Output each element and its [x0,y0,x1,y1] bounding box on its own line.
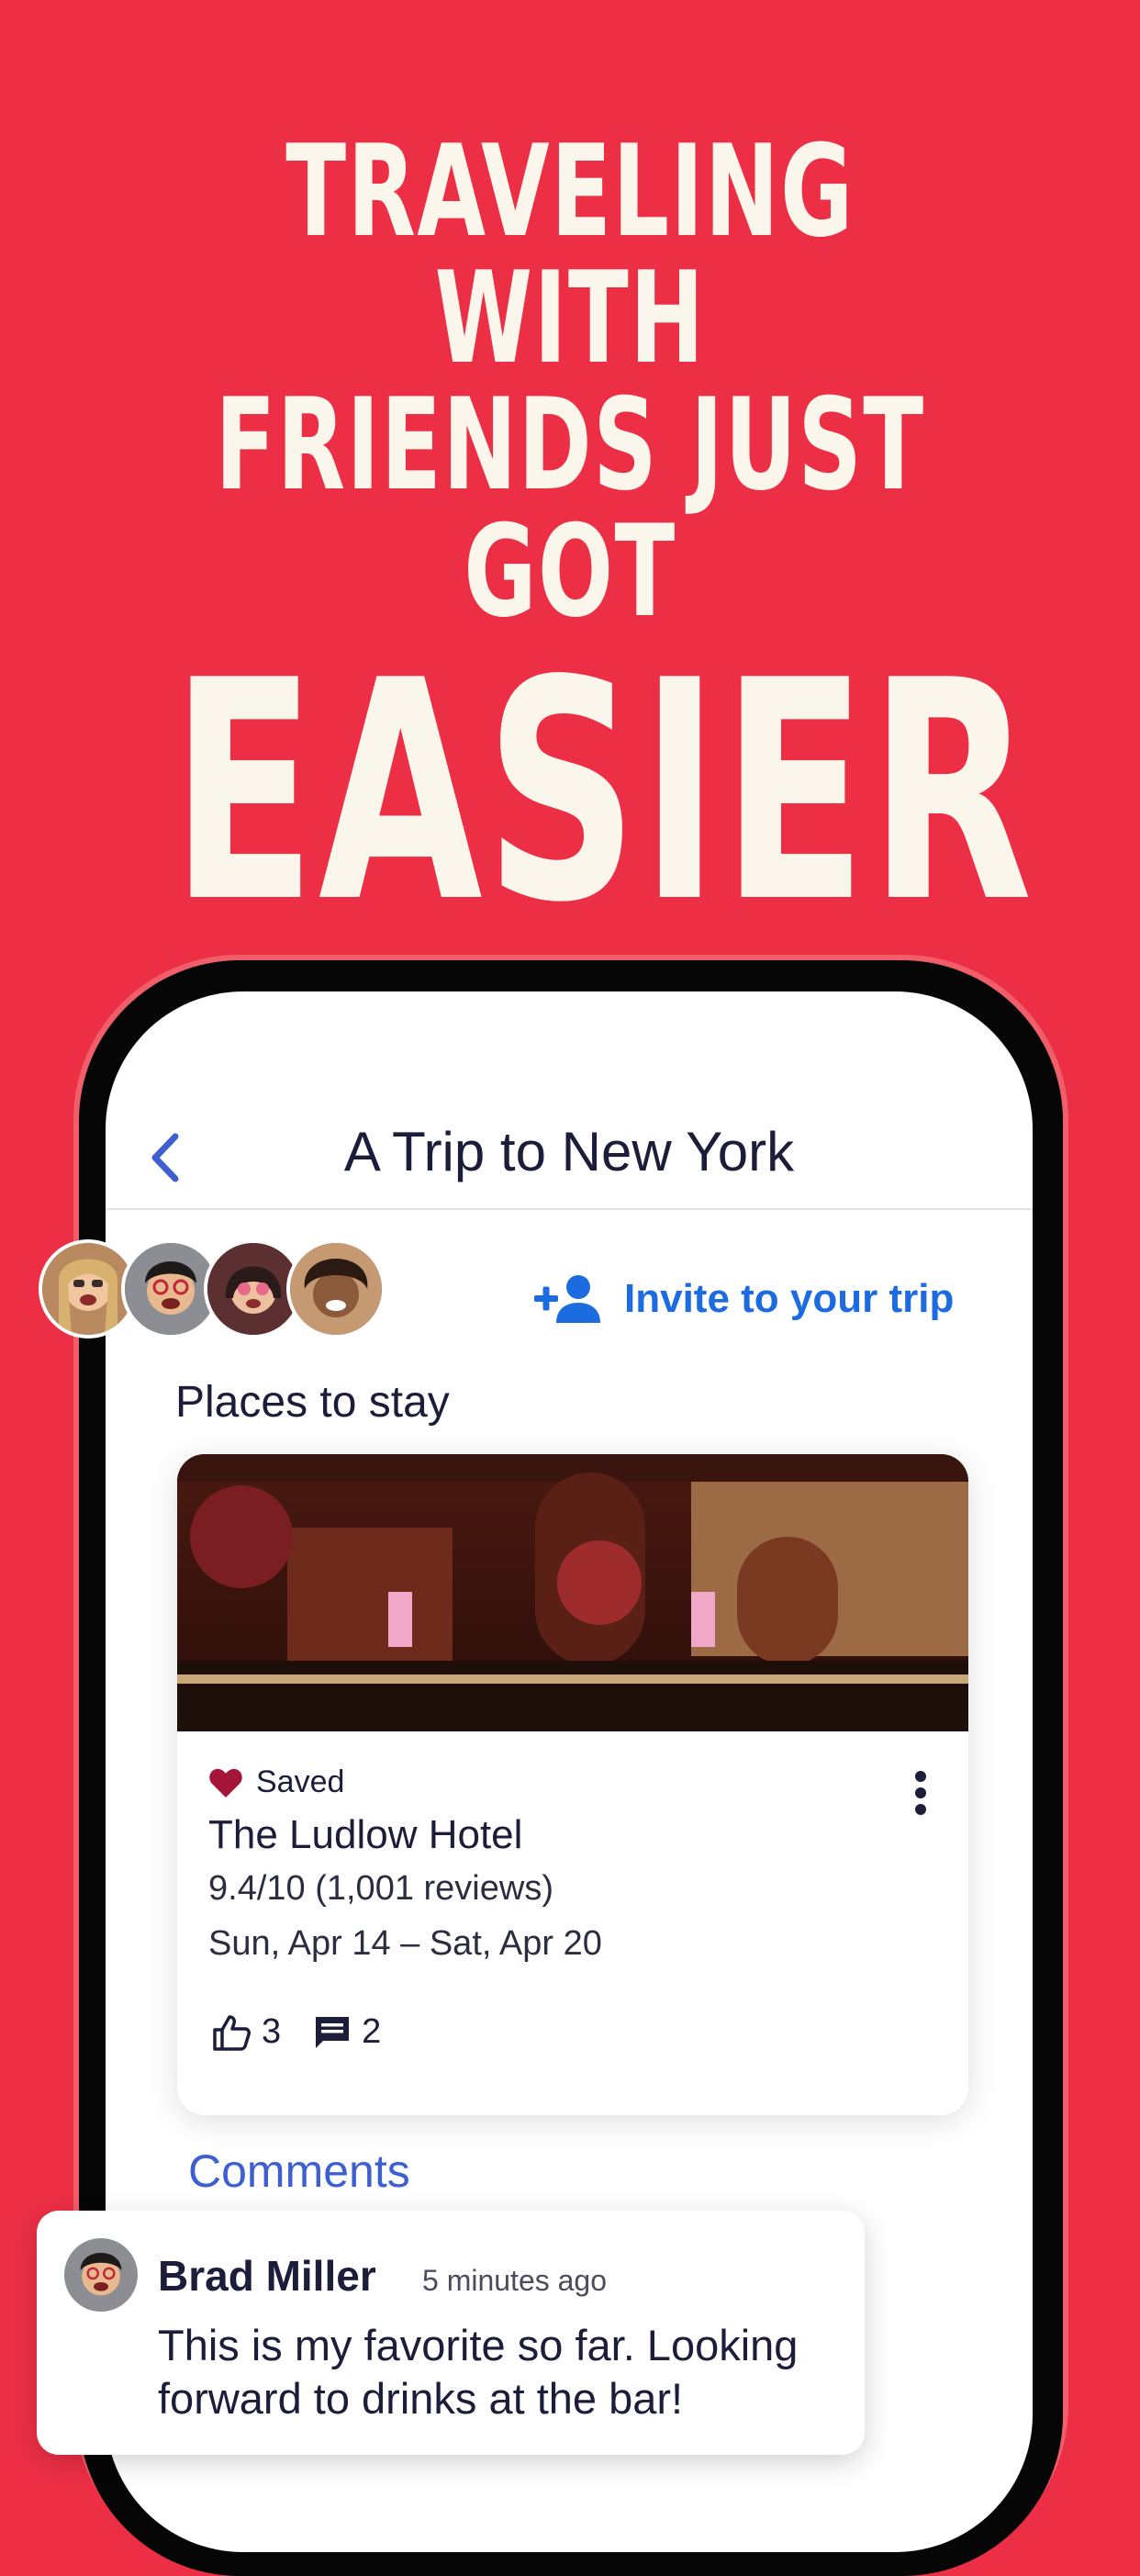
avatar-portrait [207,1243,299,1335]
hotel-card[interactable]: Saved The Ludlow Hotel 9.4/10 (1,001 rev… [177,1454,968,2115]
avatar-portrait [64,2238,138,2312]
header-divider [106,1208,1033,1210]
avatar-portrait [42,1243,134,1335]
comment-timestamp: 5 minutes ago [422,2264,608,2297]
add-person-icon [534,1275,600,1323]
headline-line-1: TRAVELING WITH [285,118,855,392]
comments-heading: Comments [188,2145,410,2197]
trip-members[interactable] [39,1239,397,1340]
headline-line-3: EASIER [171,616,1035,969]
commenter-name: Brad Miller [158,2252,376,2300]
thumbs-up-icon [213,2014,251,2051]
heart-icon [209,1768,242,1798]
trip-title: A Trip to New York [343,1121,795,1182]
hotel-rating: 9.4/10 (1,001 reviews) [208,1869,553,1908]
like-button[interactable]: 3 [212,2012,281,2052]
hotel-name: The Ludlow Hotel [208,1812,523,1857]
invite-label: Invite to your trip [624,1276,955,1321]
commenter-avatar [64,2238,138,2312]
reactions-row: 3 2 [212,2012,414,2052]
saved-label: Saved [256,1764,345,1799]
avatar-portrait [290,1243,382,1335]
avatar [286,1239,386,1338]
places-to-stay-heading: Places to stay [175,1378,450,1427]
hotel-dates: Sun, Apr 14 – Sat, Apr 20 [208,1924,602,1963]
comment-text: This is my favorite so far. Looking forw… [158,2321,799,2423]
invite-button[interactable]: Invite to your trip [532,1267,954,1331]
headline-line-2: FRIENDS JUST GOT [215,371,925,645]
comment-button[interactable]: 2 [314,2012,381,2052]
avatar-portrait [125,1243,217,1335]
comment-count: 2 [362,2012,382,2051]
like-count: 3 [262,2012,282,2051]
saved-indicator[interactable]: Saved [208,1764,344,1800]
comment-icon [316,2016,350,2048]
headline: TRAVELING WITH FRIENDS JUST GOT EASIER [0,118,1140,969]
hotel-photo [177,1454,968,1731]
more-vertical-icon[interactable] [911,1770,930,1816]
comment-card: Brad Miller 5 minutes ago This is my fav… [37,2211,865,2455]
